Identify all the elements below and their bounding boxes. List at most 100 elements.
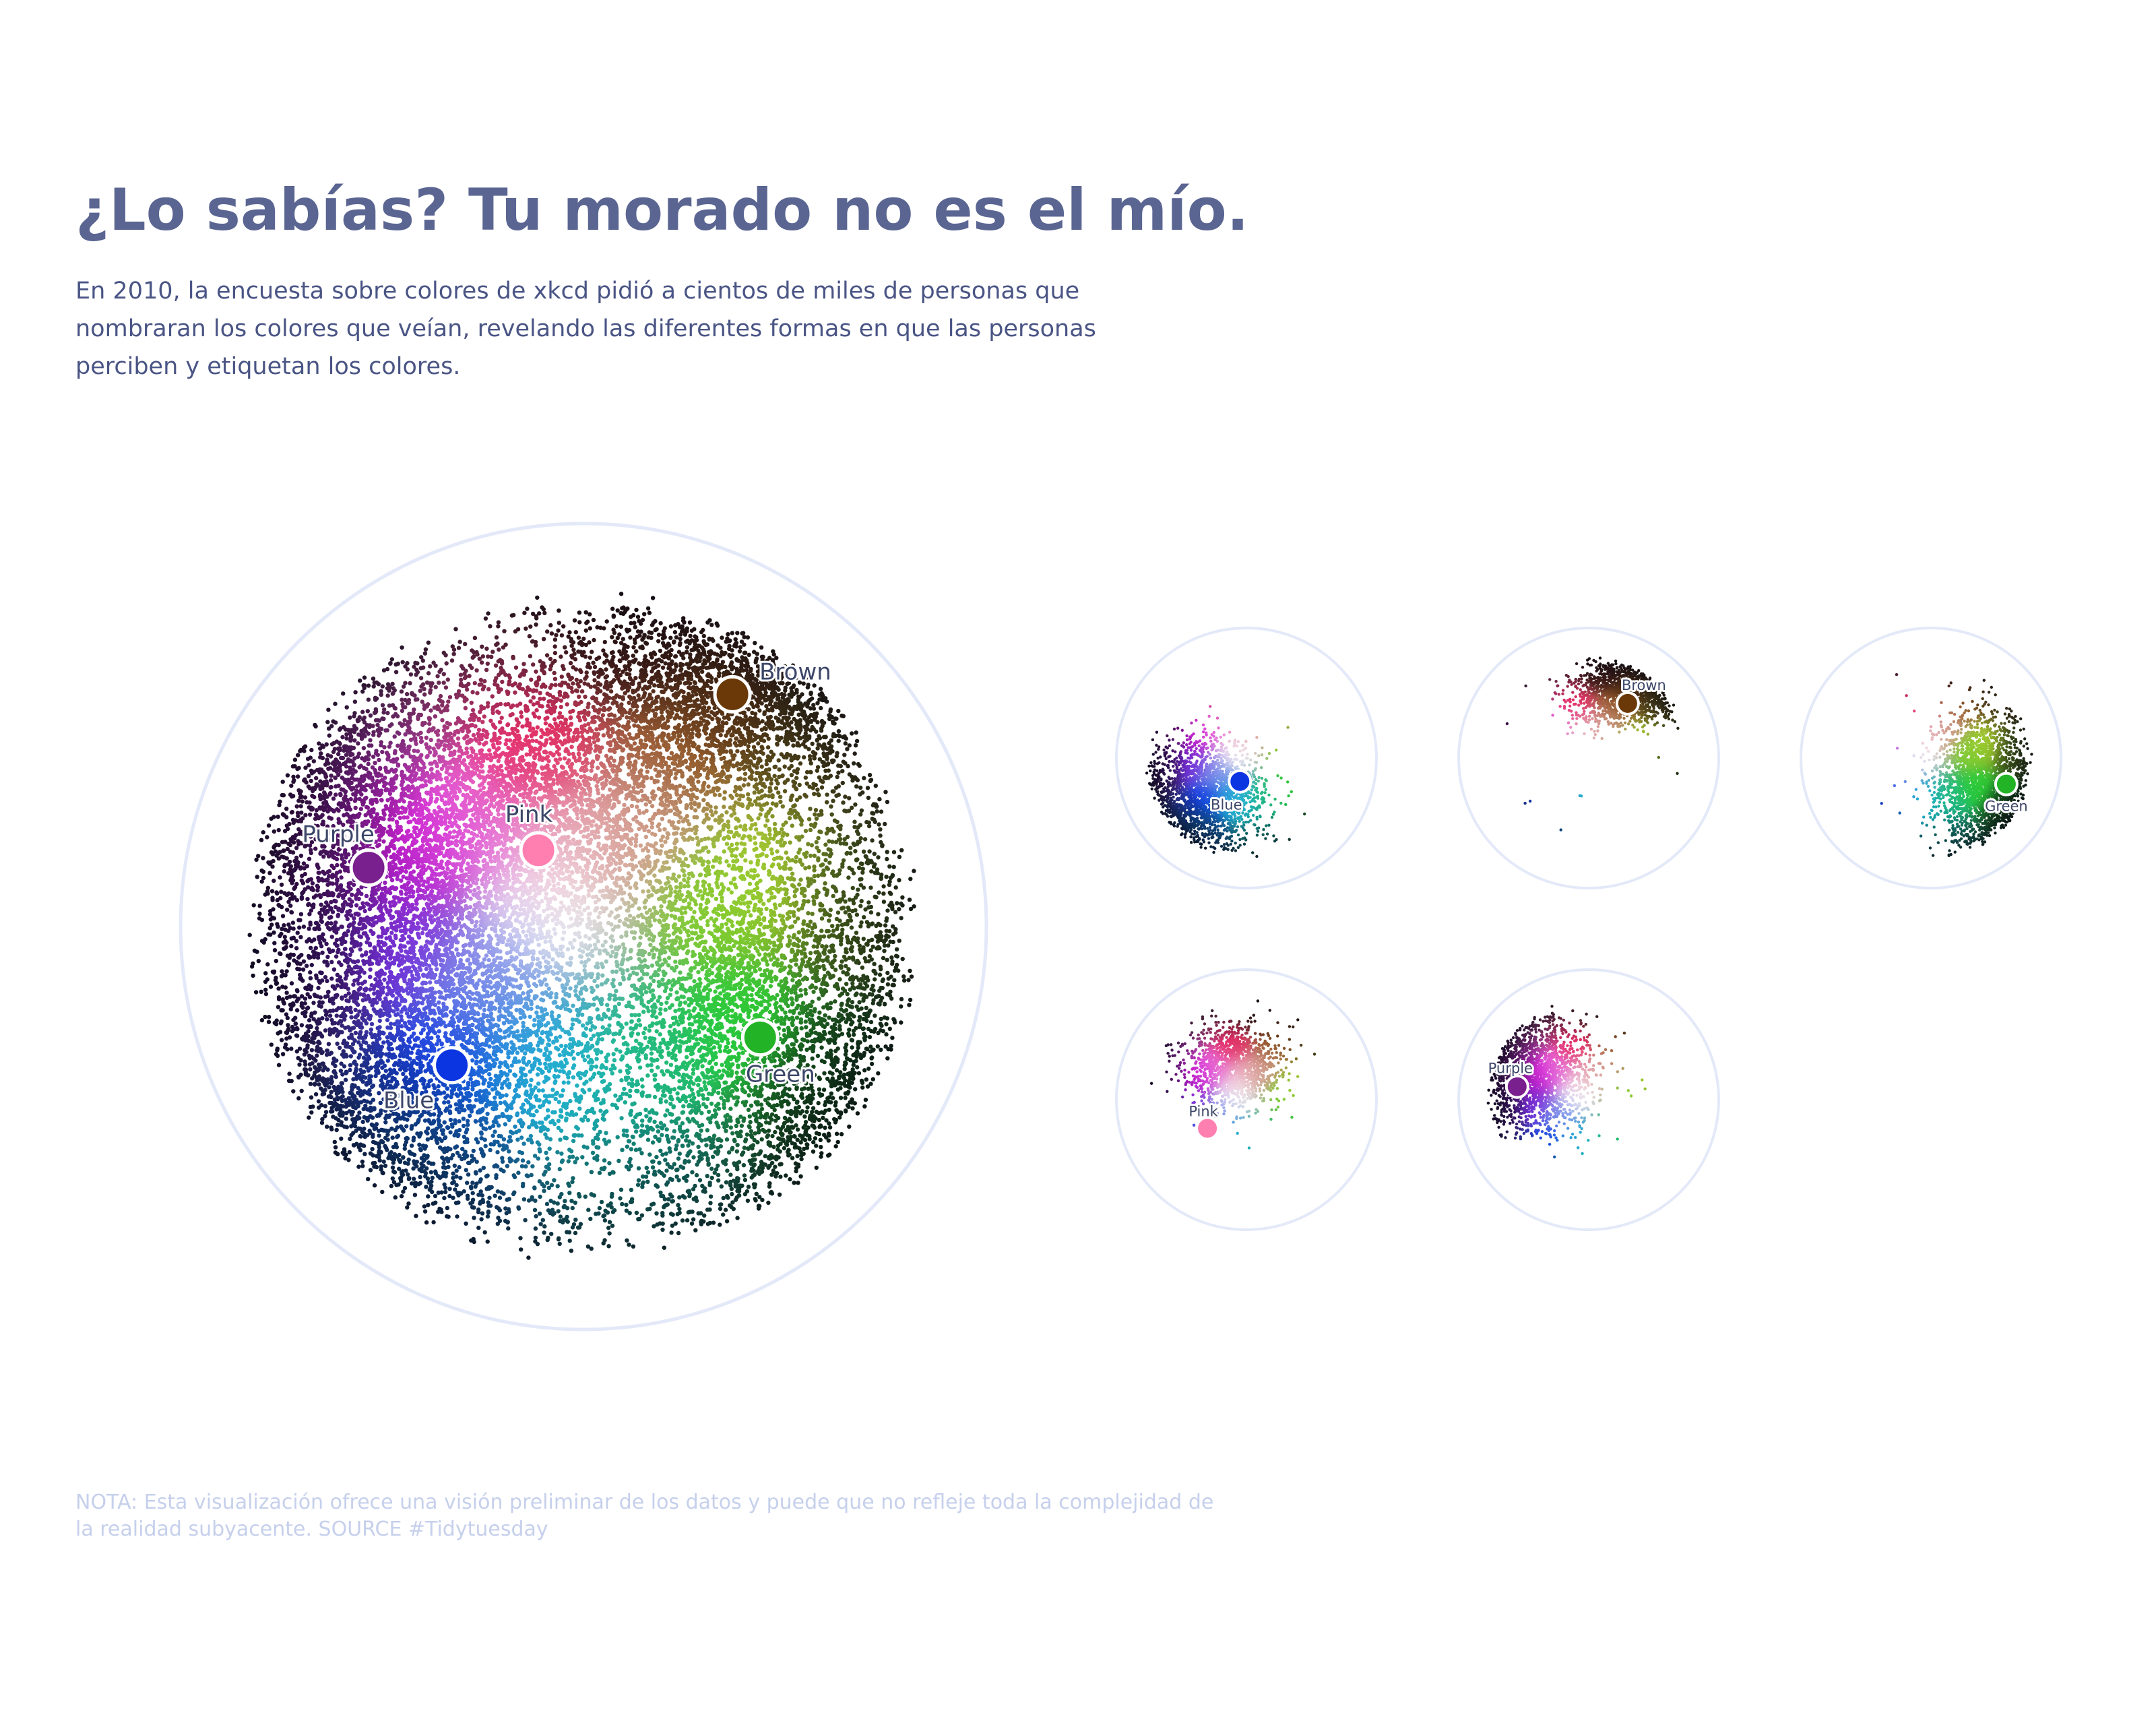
data-point — [849, 925, 854, 930]
data-point — [415, 697, 420, 702]
data-point — [336, 808, 341, 813]
data-point — [402, 1186, 408, 1191]
data-point — [542, 1189, 546, 1193]
data-point — [810, 1056, 815, 1061]
data-point — [565, 1230, 569, 1234]
data-point — [784, 742, 790, 747]
data-point — [455, 1214, 459, 1219]
data-point — [804, 770, 810, 775]
data-point — [502, 629, 507, 633]
data-point — [294, 846, 299, 850]
data-point — [295, 1027, 300, 1032]
data-point — [254, 857, 259, 862]
data-point — [831, 798, 835, 803]
data-point — [786, 1125, 790, 1129]
data-point — [573, 667, 579, 672]
data-point — [261, 856, 265, 860]
data-point — [482, 679, 487, 684]
data-point — [298, 935, 303, 940]
data-point — [685, 645, 690, 650]
data-point — [629, 615, 633, 619]
data-point — [819, 1145, 823, 1150]
data-point — [387, 744, 392, 749]
data-point — [263, 991, 269, 997]
data-point — [763, 1112, 769, 1117]
data-point — [393, 670, 399, 675]
data-point — [362, 685, 367, 691]
data-point — [825, 826, 830, 832]
data-point — [850, 731, 854, 736]
data-point — [428, 690, 433, 695]
data-point — [864, 920, 870, 924]
data-point — [367, 1088, 372, 1093]
data-point — [716, 674, 722, 679]
data-point — [795, 1137, 800, 1142]
data-point — [859, 992, 864, 997]
data-point — [484, 646, 489, 651]
data-point — [279, 931, 284, 937]
data-point — [429, 708, 433, 713]
data-point — [304, 1049, 309, 1055]
data-point — [320, 786, 325, 791]
data-point — [554, 633, 559, 637]
data-point — [404, 1124, 409, 1129]
data-point — [441, 672, 446, 677]
data-point — [907, 1003, 912, 1007]
data-point — [314, 776, 319, 781]
data-point — [666, 656, 671, 661]
data-point — [271, 858, 276, 864]
data-point — [885, 958, 889, 962]
data-point — [749, 1129, 754, 1134]
data-point — [490, 650, 495, 654]
data-point — [592, 664, 598, 670]
data-point — [427, 717, 432, 722]
data-point — [385, 1132, 390, 1137]
data-point — [271, 907, 276, 912]
data-point — [798, 1133, 802, 1138]
data-point — [718, 1222, 722, 1227]
data-point — [808, 757, 813, 762]
data-point — [854, 829, 860, 834]
data-point — [843, 741, 848, 746]
data-point — [289, 1079, 294, 1084]
data-point — [279, 882, 284, 887]
data-point — [311, 759, 316, 763]
data-point — [441, 681, 446, 685]
data-point — [349, 780, 354, 786]
data-point — [822, 776, 827, 780]
data-point — [833, 1048, 838, 1054]
data-point — [724, 1219, 730, 1224]
data-point — [808, 761, 813, 766]
data-point — [493, 663, 499, 668]
data-point — [546, 1235, 550, 1241]
data-point — [454, 1168, 459, 1173]
data-point — [303, 1059, 307, 1064]
data-point — [678, 637, 683, 641]
data-point — [689, 1221, 695, 1226]
data-point — [726, 646, 732, 652]
data-point — [265, 962, 270, 967]
data-point — [847, 1028, 852, 1032]
data-point — [497, 1195, 503, 1200]
data-point — [736, 1193, 741, 1198]
data-point — [348, 807, 353, 812]
data-point — [843, 910, 848, 915]
data-point — [283, 1042, 288, 1047]
data-point — [334, 1013, 339, 1018]
data-point — [853, 993, 858, 997]
data-point — [278, 875, 282, 880]
data-point — [633, 625, 637, 629]
data-point — [773, 1129, 778, 1135]
data-point — [527, 634, 532, 639]
data-point — [303, 871, 307, 877]
data-point — [694, 692, 699, 697]
data-point — [887, 882, 892, 887]
data-point — [444, 1171, 449, 1176]
data-point — [620, 606, 625, 610]
data-point — [275, 1053, 280, 1059]
data-point — [815, 738, 820, 743]
data-point — [495, 1205, 499, 1210]
data-point — [422, 1204, 427, 1209]
data-point — [775, 742, 780, 747]
data-point — [430, 1175, 435, 1181]
